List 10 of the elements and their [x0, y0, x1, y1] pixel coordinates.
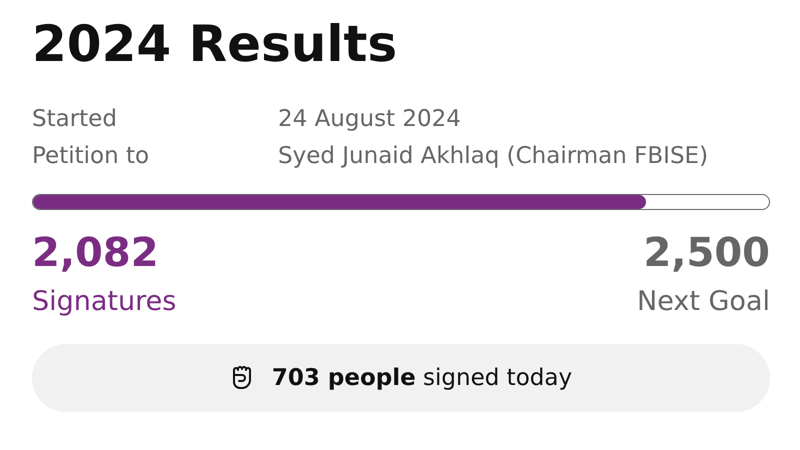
goal-count: 2,500	[643, 229, 770, 278]
detail-value: 24 August 2024	[278, 105, 462, 134]
goal-label: Next Goal	[637, 285, 770, 319]
detail-value: Syed Junaid Akhlaq (Chairman FBISE)	[278, 142, 710, 171]
detail-label: Petition to	[32, 142, 150, 171]
signature-count: 2,082	[32, 229, 159, 278]
detail-label: Started	[32, 105, 118, 134]
signatures-label: Signatures	[32, 285, 176, 319]
page-title: 2024 Results	[32, 14, 398, 75]
signed-today-text: 703 people signed today	[272, 365, 572, 391]
